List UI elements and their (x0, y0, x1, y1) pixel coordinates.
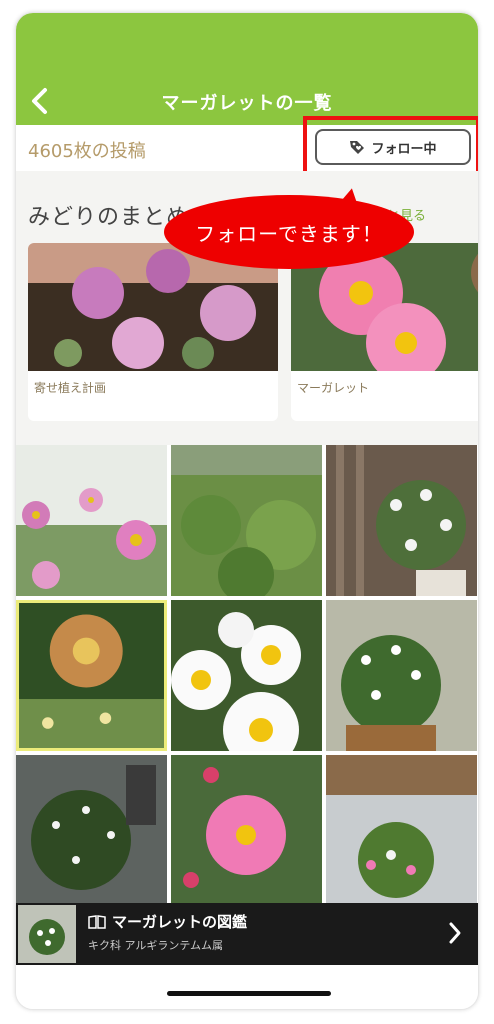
tile-photo (16, 755, 167, 906)
highlight-frame (303, 116, 478, 178)
tile-photo (326, 755, 477, 906)
app-header: マーガレットの一覧 (16, 13, 478, 125)
tile-photo (326, 445, 477, 596)
guide-title: マーガレットの図鑑 (112, 913, 248, 931)
photo-tile[interactable] (16, 445, 167, 596)
tile-photo (19, 603, 164, 748)
bottom-safe-area (16, 965, 478, 1009)
page-title: マーガレットの一覧 (161, 93, 333, 114)
photo-tile[interactable] (326, 755, 477, 906)
photo-tile[interactable] (326, 600, 477, 751)
home-indicator[interactable] (167, 991, 331, 996)
annotation-bubble: フォローできます！ (164, 195, 414, 269)
tile-photo (16, 445, 167, 596)
tile-photo (326, 600, 477, 751)
photo-tile[interactable] (171, 445, 322, 596)
photo-tile[interactable] (326, 445, 477, 596)
tile-photo (171, 755, 322, 906)
photo-tile[interactable] (16, 600, 167, 751)
photo-tile[interactable] (171, 755, 322, 906)
photo-tile[interactable] (16, 755, 167, 906)
guide-title-row: マーガレットの図鑑 (88, 911, 247, 932)
phone-screen: マーガレットの一覧 4605枚の投稿 フォロー中 みどりのまとめ もっと見る 寄… (15, 12, 479, 1010)
photo-tile[interactable] (171, 600, 322, 751)
guide-subtitle: キク科 アルギランテムム属 (88, 939, 224, 952)
tile-photo (171, 445, 322, 596)
photo-grid (16, 445, 478, 906)
tile-photo (171, 600, 322, 751)
encyclopedia-banner[interactable]: マーガレットの図鑑 キク科 アルギランテムム属 (16, 903, 478, 965)
guide-thumbnail (18, 905, 76, 963)
collection-card[interactable]: マーガレット (291, 243, 478, 421)
book-icon (88, 914, 106, 929)
card-caption: マーガレット (297, 381, 370, 395)
post-count: 4605枚の投稿 (28, 141, 146, 162)
collection-card[interactable]: 寄せ植え計画 (28, 243, 278, 421)
chevron-right-icon[interactable] (448, 921, 462, 945)
card-caption: 寄せ植え計画 (34, 381, 107, 395)
